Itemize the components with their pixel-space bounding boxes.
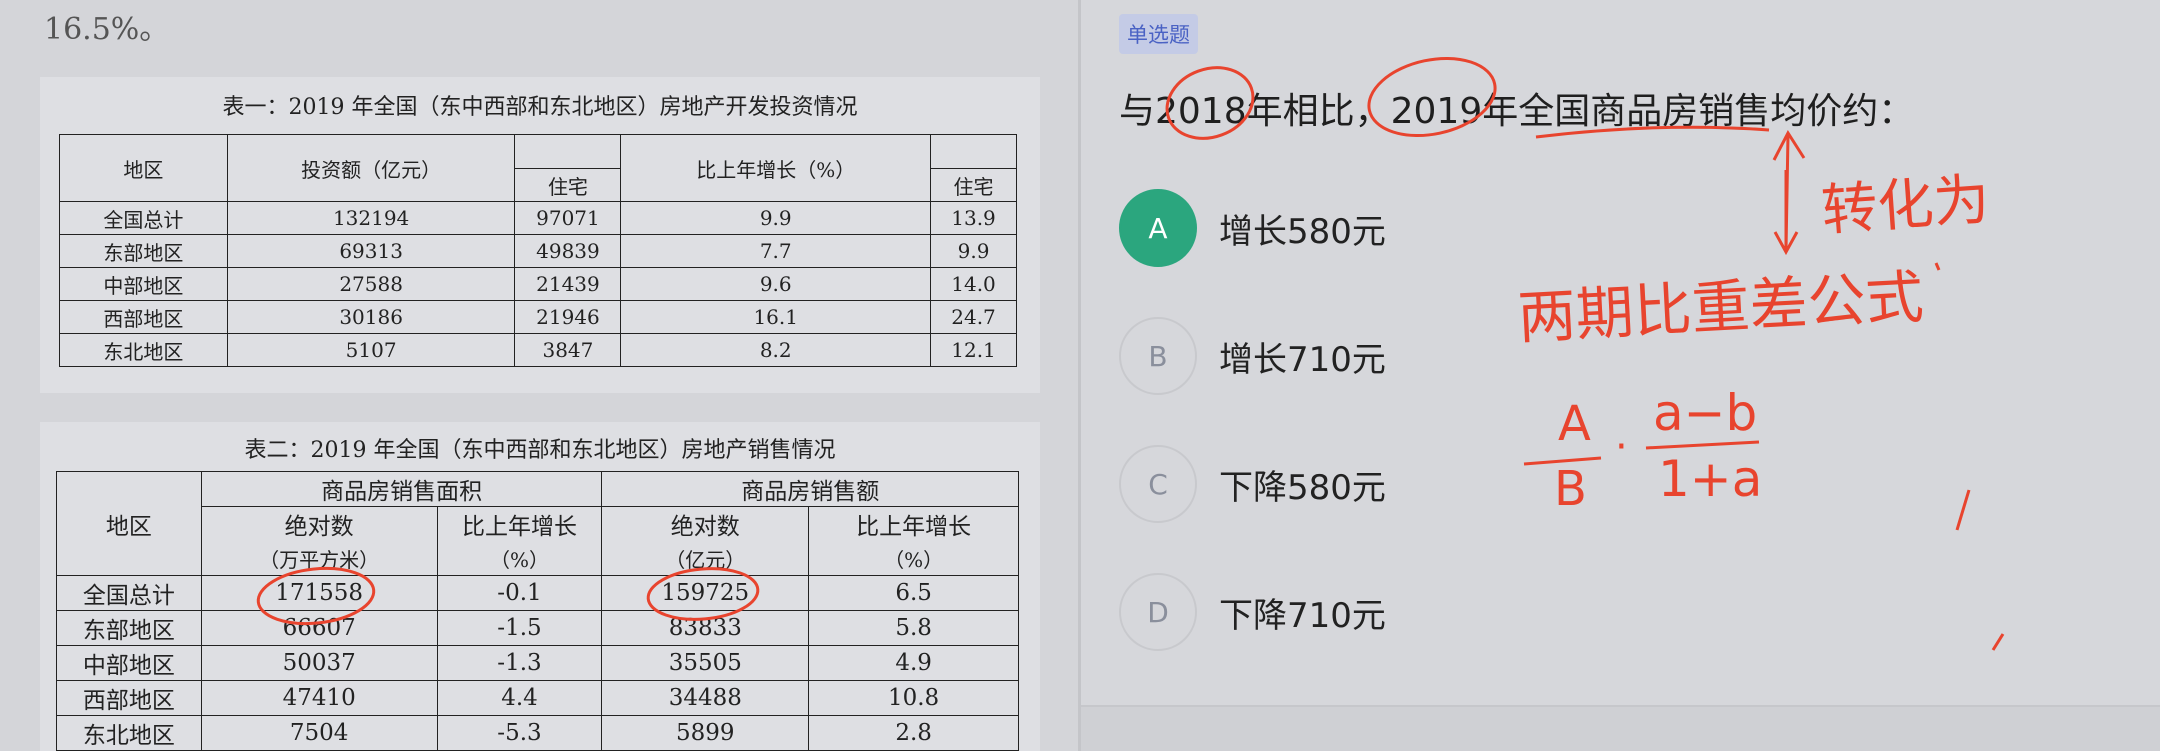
table-row: 西部地区 47410 4.4 34488 10.8 <box>56 680 1019 716</box>
header-area-group: 商品房销售面积 <box>200 471 603 507</box>
table-row: 东部地区 69313 49839 7.7 9.9 <box>59 234 1017 268</box>
header-amount-growth-unit: （%） <box>808 541 1019 576</box>
option-a[interactable]: A 增长580元 <box>1119 188 1619 268</box>
header-amount-growth: 比上年增长 <box>808 506 1019 541</box>
option-b-text: 增长710元 <box>1219 339 1386 380</box>
arrow-down-icon <box>1773 170 1799 256</box>
option-d[interactable]: D 下降710元 <box>1119 572 1619 652</box>
header-amount-group: 商品房销售额 <box>601 471 1019 507</box>
option-d-text: 下降710元 <box>1219 595 1386 636</box>
handwritten-note-1: 转化为 <box>1819 167 1991 244</box>
sales-table: 地区 商品房销售面积 商品房销售额 绝对数 比上年增长 绝对数 比上年增长 （万… <box>56 471 1019 751</box>
question-pane: 单选题 与2018年相比，2019年全国商品房销售均价约： A 增长580元 B… <box>1081 0 2160 751</box>
table-1-card: 表一：2019 年全国（东中西部和东北地区）房地产开发投资情况 地区 投资额（亿… <box>40 77 1040 393</box>
question-type-tag: 单选题 <box>1119 14 1198 54</box>
material-pane: 16.5%。 表一：2019 年全国（东中西部和东北地区）房地产开发投资情况 地… <box>0 0 1078 751</box>
investment-table: 地区 投资额（亿元） 比上年增长（%） 住宅 住宅 全国总计 132194 9707… <box>59 134 1017 367</box>
option-b[interactable]: B 增长710元 <box>1119 316 1619 396</box>
table-row: 全国总计 132194 97071 9.9 13.9 <box>59 201 1017 235</box>
option-c-text: 下降580元 <box>1219 467 1386 508</box>
header-area-growth-unit: （%） <box>436 541 603 576</box>
header-growth: 比上年增长（%） <box>620 134 932 202</box>
header-area-growth: 比上年增长 <box>436 506 603 541</box>
header-investment: 投资额（亿元） <box>226 134 516 202</box>
header-area-abs-unit: （万平方米） <box>200 541 438 576</box>
table-row: 东北地区 5107 3847 8.2 12.1 <box>59 333 1017 367</box>
table-row: 中部地区 50037 -1.3 35505 4.9 <box>56 645 1019 681</box>
arrow-up-icon <box>1772 130 1806 251</box>
option-c-letter: C <box>1119 445 1197 523</box>
table-row: 全国总计 171558 -0.1 159725 6.5 <box>56 575 1019 611</box>
footer-bar <box>1081 705 2160 751</box>
header-growth-residential: 住宅 <box>930 168 1017 202</box>
ink-stroke <box>1991 633 2005 651</box>
ink-stroke <box>1934 262 1941 271</box>
formula-bar-right <box>1645 440 1760 450</box>
header-region: 地区 <box>59 134 228 202</box>
table-row: 东部地区 66607 -1.5 83833 5.8 <box>56 610 1019 646</box>
option-a-letter: A <box>1119 189 1197 267</box>
table-row: 西部地区 30186 21946 16.1 24.7 <box>59 300 1017 334</box>
table-2-card: 表二：2019 年全国（东中西部和东北地区）房地产销售情况 地区 商品房销售面积… <box>40 422 1040 751</box>
option-c[interactable]: C 下降580元 <box>1119 444 1619 524</box>
table-row: 东北地区 7504 -5.3 5899 2.8 <box>56 715 1019 751</box>
header-amount-abs: 绝对数 <box>601 506 810 541</box>
header-region: 地区 <box>56 471 202 576</box>
option-d-letter: D <box>1119 573 1197 651</box>
header-area-abs: 绝对数 <box>200 506 438 541</box>
formula-1-plus-a: 1+a <box>1658 450 1762 508</box>
formula-a-minus-b: a−b <box>1653 384 1757 442</box>
table-row: 中部地区 27588 21439 9.6 14.0 <box>59 267 1017 301</box>
table-1-caption: 表一：2019 年全国（东中西部和东北地区）房地产开发投资情况 <box>222 95 858 120</box>
option-b-letter: B <box>1119 317 1197 395</box>
table-2-caption: 表二：2019 年全国（东中西部和东北地区）房地产销售情况 <box>244 438 836 463</box>
intro-text: 16.5%。 <box>44 12 170 47</box>
ink-stroke <box>1955 489 1971 531</box>
header-residential: 住宅 <box>514 168 622 202</box>
option-a-text: 增长580元 <box>1219 211 1386 252</box>
question-text: 与2018年相比，2019年全国商品房销售均价约： <box>1119 91 1915 132</box>
header-amount-abs-unit: （亿元） <box>601 541 810 576</box>
